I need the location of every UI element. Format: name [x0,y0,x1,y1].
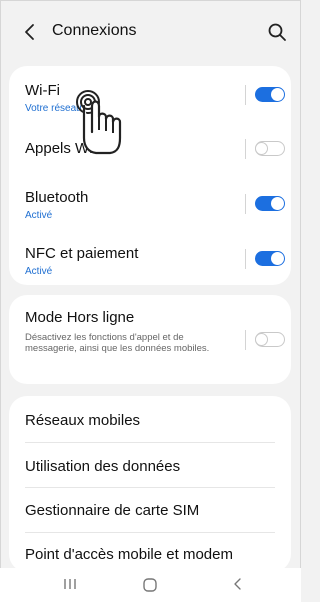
connections-card: Wi-Fi Votre réseau Appels Wi-Fi Bluetoot… [9,66,291,285]
toggle-knob [271,251,284,265]
list-item-utilisation-donnees[interactable]: Utilisation des données [25,458,275,475]
nfc-status: Activé [25,266,53,277]
toggle-knob [255,332,268,346]
chevron-left-icon[interactable] [22,22,38,42]
list-item-reseaux-mobiles[interactable]: Réseaux mobiles [25,412,275,429]
toggle-knob [271,87,284,101]
airplane-row[interactable]: Mode Hors ligne Désactivez les fonctions… [9,295,291,384]
separator [25,487,275,488]
nfc-title: NFC et paiement [25,245,139,262]
list-item-gestionnaire-sim[interactable]: Gestionnaire de carte SIM [25,502,275,519]
settings-list-card: Réseaux mobiles Utilisation des données … [9,396,291,572]
airplane-card: Mode Hors ligne Désactivez les fonctions… [9,295,291,384]
nfc-row[interactable]: NFC et paiement Activé [9,232,291,285]
back-icon[interactable] [230,576,246,592]
separator [25,442,275,443]
appels-wifi-title: Appels Wi-Fi [25,140,111,157]
nfc-toggle[interactable] [255,250,285,266]
toggle-knob [271,196,284,210]
separator [25,532,275,533]
divider [245,329,246,350]
divider [245,193,246,214]
recent-apps-icon[interactable] [62,576,78,592]
bluetooth-status: Activé [25,210,53,221]
system-navbar [0,568,301,602]
appels-wifi-row[interactable]: Appels Wi-Fi [9,123,291,175]
search-icon[interactable] [267,22,287,42]
airplane-title: Mode Hors ligne [25,309,135,326]
wifi-row[interactable]: Wi-Fi Votre réseau [9,66,291,123]
page-title: Connexions [52,22,137,39]
bluetooth-toggle[interactable] [255,195,285,211]
airplane-toggle[interactable] [255,331,285,347]
wifi-title: Wi-Fi [25,82,60,99]
toggle-knob [255,142,268,155]
airplane-description: Désactivez les fonctions d'appel et de m… [25,332,210,354]
app-header: Connexions [0,0,301,62]
wifi-status: Votre réseau [25,103,82,114]
list-item-point-acces[interactable]: Point d'accès mobile et modem [25,546,275,563]
bluetooth-title: Bluetooth [25,189,89,206]
divider [245,248,246,269]
appels-wifi-toggle[interactable] [255,141,285,156]
divider [245,139,246,159]
divider [245,84,246,105]
bluetooth-row[interactable]: Bluetooth Activé [9,175,291,232]
wifi-toggle[interactable] [255,86,285,102]
home-icon[interactable] [141,576,159,594]
